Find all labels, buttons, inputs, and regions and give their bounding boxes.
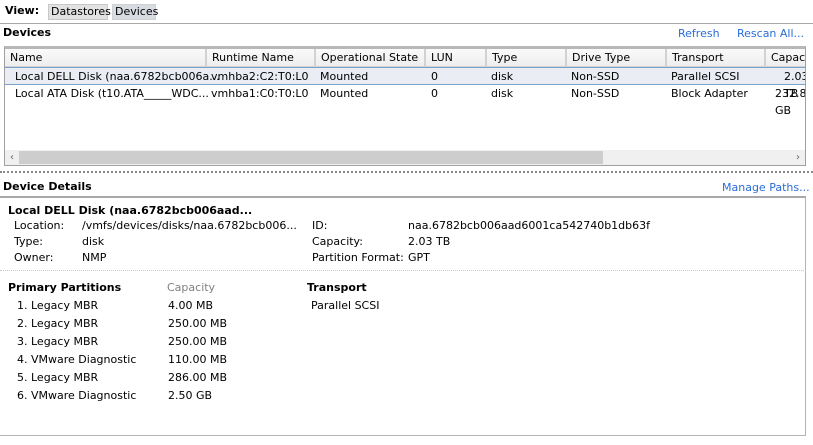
partition-name: 6. VMware Diagnostic [17,389,137,402]
partition-name: 2. Legacy MBR [17,317,99,330]
partition-name: 3. Legacy MBR [17,335,99,348]
cell-runtime-name: vmhba2:C2:T0:L0 [211,70,309,83]
cell-state: Mounted [320,70,369,83]
partition-capacity: 286.00 MB [168,371,228,384]
table-header: Name Runtime Name Operational State LUN … [5,49,805,67]
column-type[interactable]: Type [485,49,566,67]
cell-lun: 0 [431,70,438,83]
partition-format-label: Partition Format: [312,251,404,264]
column-runtime-name[interactable]: Runtime Name [205,49,315,67]
column-drive-type[interactable]: Drive Type [565,49,666,67]
cell-name: Local DELL Disk (naa.6782bcb006a... [15,70,220,83]
rescan-all-link[interactable]: Rescan All... [737,27,804,40]
cell-state: Mounted [320,87,369,100]
divider [0,270,806,271]
capacity-label: Capacity: [312,235,363,248]
column-capacity[interactable]: Capacity [764,49,805,67]
refresh-link[interactable]: Refresh [678,27,720,40]
splitter[interactable] [0,171,813,173]
partition-capacity: 250.00 MB [168,335,228,348]
scroll-left-icon[interactable]: ‹ [5,150,19,165]
partition-capacity: 4.00 MB [168,299,214,312]
partition-name: 1. Legacy MBR [17,299,99,312]
type-value: disk [82,235,105,248]
owner-value: NMP [82,251,107,264]
table-row[interactable]: Local DELL Disk (naa.6782bcb006a... vmhb… [5,67,805,100]
cell-name: Local ATA Disk (t10.ATA_____WDC... [15,87,209,100]
owner-label: Owner: [14,251,54,264]
scroll-right-icon[interactable]: › [791,150,805,165]
cell-drive-type: Non-SSD [571,70,620,83]
scrollbar-thumb[interactable] [19,151,603,164]
transport-title: Transport [307,281,367,294]
manage-paths-link[interactable]: Manage Paths... [722,181,810,194]
device-details-title: Device Details [3,180,92,193]
partition-format-value: GPT [408,251,430,264]
partition-capacity: 110.00 MB [168,353,228,366]
table-row[interactable]: Local ATA Disk (t10.ATA_____WDC... vmhba… [5,85,805,117]
view-label: View: [5,4,40,17]
location-value: /vmfs/devices/disks/naa.6782bcb006... [82,219,297,232]
devices-view-button[interactable]: Devices [112,4,158,20]
capacity-column-title: Capacity [167,281,216,294]
column-operational-state[interactable]: Operational State [314,49,425,67]
id-label: ID: [312,219,328,232]
datastores-view-button[interactable]: Datastores [48,4,111,20]
cell-drive-type: Non-SSD [571,87,620,100]
capacity-value: 2.03 TB [408,235,451,248]
type-label: Type: [14,235,43,248]
cell-transport: Parallel SCSI [671,70,740,83]
partition-name: 4. VMware Diagnostic [17,353,137,366]
partition-capacity: 2.50 GB [168,389,213,402]
cell-capacity: 232.89 GB [775,87,806,117]
cell-type: disk [491,87,514,100]
id-value: naa.6782bcb006aad6001ca542740b1db63f [408,219,651,232]
partition-name: 5. Legacy MBR [17,371,99,384]
cell-transport: Block Adapter [671,87,748,100]
partition-capacity: 250.00 MB [168,317,228,330]
cell-runtime-name: vmhba1:C0:T0:L0 [211,87,309,100]
cell-type: disk [491,70,514,83]
transport-value: Parallel SCSI [311,299,380,312]
horizontal-scrollbar[interactable]: ‹ › [5,150,805,165]
divider [0,23,813,24]
devices-title: Devices [3,26,52,39]
column-lun[interactable]: LUN [424,49,486,67]
column-name[interactable]: Name [5,49,206,67]
column-transport[interactable]: Transport [665,49,765,67]
primary-partitions-title: Primary Partitions [8,281,122,294]
devices-table: Name Runtime Name Operational State LUN … [4,46,806,166]
cell-lun: 0 [431,87,438,100]
device-details-panel: Local DELL Disk (naa.6782bcb006aad... Lo… [0,196,806,436]
device-name: Local DELL Disk (naa.6782bcb006aad... [8,204,253,217]
location-label: Location: [14,219,65,232]
